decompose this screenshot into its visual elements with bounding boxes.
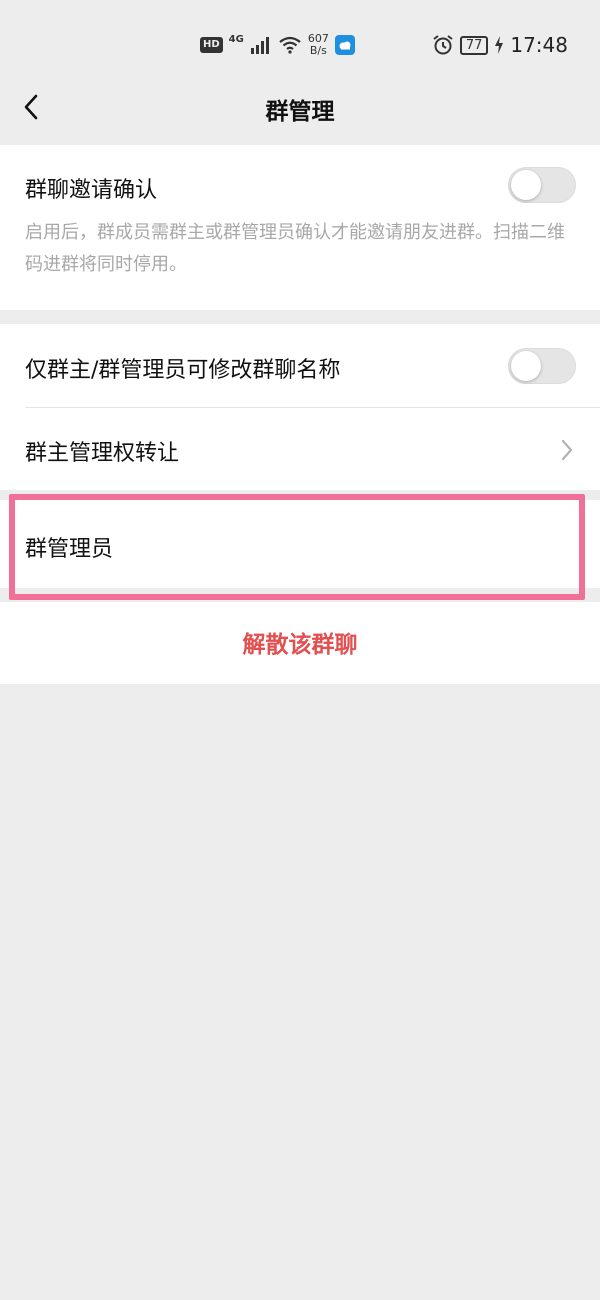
charging-icon <box>495 36 504 54</box>
page-title: 群管理 <box>265 99 335 125</box>
transfer-owner-label: 群主管理权转让 <box>25 441 180 466</box>
status-right: 77 17:48 <box>432 30 568 60</box>
group-admins-row[interactable]: 群管理员 <box>0 500 600 588</box>
invite-confirm-toggle[interactable] <box>508 167 576 203</box>
status-left: HD 4G 607 B/s <box>200 30 355 60</box>
dissolve-group-button[interactable]: 解散该群聊 <box>0 625 600 659</box>
toggle-knob <box>511 170 541 200</box>
speed-unit: B/s <box>309 44 327 57</box>
admin-rename-label: 仅群主/群管理员可修改群聊名称 <box>25 358 341 383</box>
admin-rename-toggle[interactable] <box>508 348 576 384</box>
wifi-icon <box>279 36 301 54</box>
clock: 17:48 <box>510 33 568 57</box>
network-type: 4G <box>228 33 244 45</box>
battery-level: 77 <box>459 35 489 55</box>
weather-icon <box>334 35 355 55</box>
group-settings-section: 仅群主/群管理员可修改群聊名称 群主管理权转让 <box>0 324 600 490</box>
toggle-knob <box>511 351 541 381</box>
hd-badge: HD <box>200 37 223 53</box>
network-speed: 607 B/s <box>308 33 329 57</box>
nav-bar: 群管理 <box>0 70 600 145</box>
chevron-right-icon <box>561 439 573 461</box>
invite-confirm-description: 启用后，群成员需群主或群管理员确认才能邀请朋友进群。扫描二维码进群将同时停用。 <box>25 222 565 275</box>
alarm-icon <box>433 35 453 55</box>
group-admins-label: 群管理员 <box>25 537 114 562</box>
invite-confirm-section: 群聊邀请确认 启用后，群成员需群主或群管理员确认才能邀请朋友进群。扫描二维码进群… <box>0 145 600 310</box>
transfer-owner-row[interactable]: 群主管理权转让 <box>0 408 600 490</box>
signal-icon <box>250 37 269 54</box>
invite-confirm-label: 群聊邀请确认 <box>25 178 158 203</box>
